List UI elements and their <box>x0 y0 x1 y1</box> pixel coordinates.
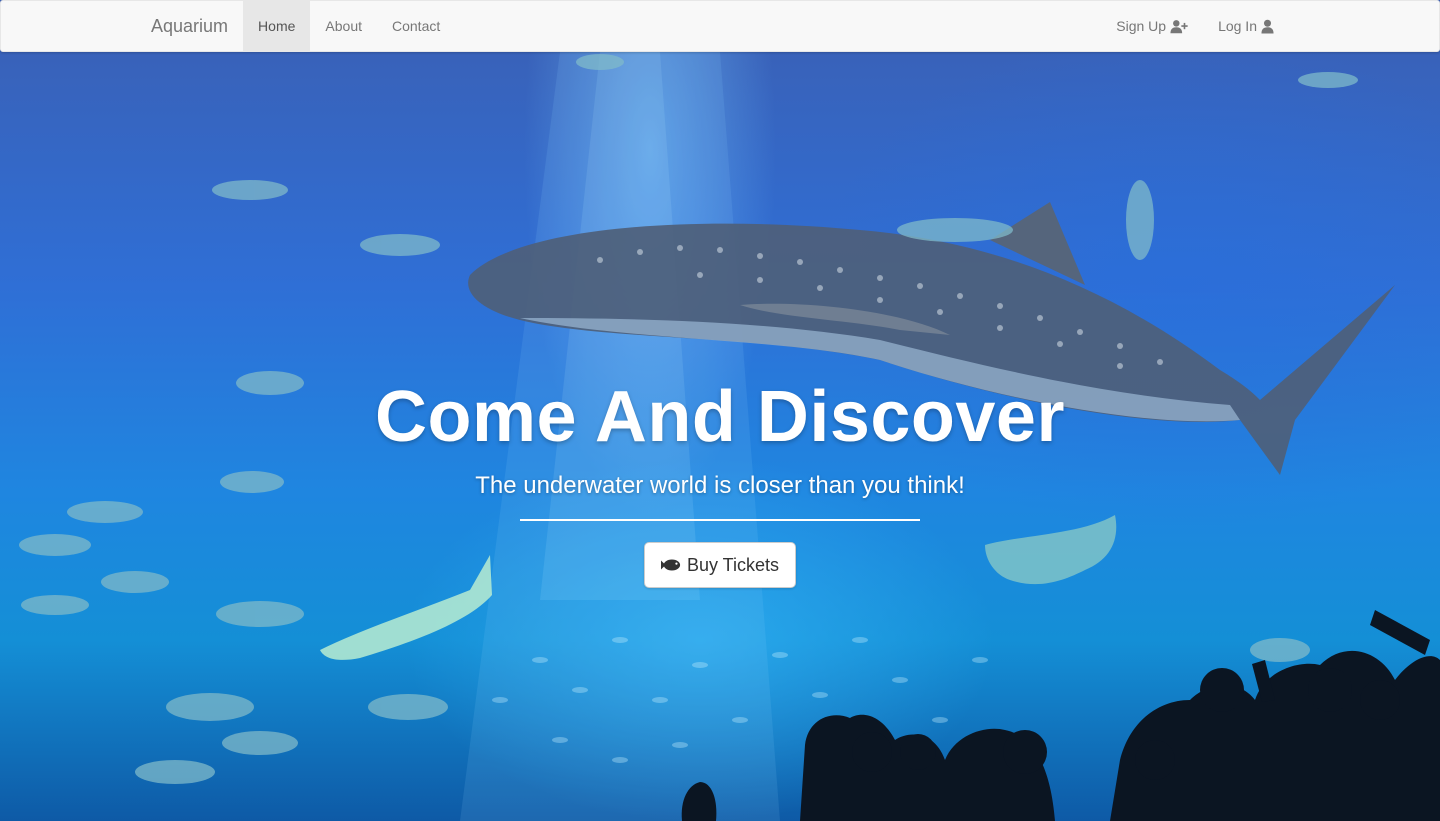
hero-subtitle: The underwater world is closer than you … <box>475 472 965 499</box>
buy-tickets-button[interactable]: Buy Tickets <box>643 542 797 588</box>
hero-title: Come And Discover <box>374 377 1065 457</box>
visitor-silhouettes <box>681 610 1440 821</box>
nav-account-links: Sign Up Log In <box>1101 1 1289 51</box>
top-navbar: Aquarium Home About Contact Sign Up Log … <box>0 0 1440 52</box>
hero-divider <box>520 519 920 521</box>
user-icon <box>1261 19 1274 33</box>
hero-content: Come And Discover The underwater world i… <box>0 375 1440 588</box>
fish-icon <box>660 559 681 571</box>
user-plus-icon <box>1170 19 1188 33</box>
log-in-link[interactable]: Log In <box>1203 1 1289 51</box>
nav-links: Home About Contact <box>243 1 455 51</box>
nav-about-link[interactable]: About <box>310 1 377 51</box>
nav-home-link[interactable]: Home <box>243 1 311 51</box>
log-in-label: Log In <box>1218 18 1257 34</box>
sign-up-label: Sign Up <box>1116 18 1167 34</box>
sign-up-link[interactable]: Sign Up <box>1101 1 1203 51</box>
brand-link[interactable]: Aquarium <box>136 1 243 51</box>
navbar-container: Aquarium Home About Contact Sign Up Log … <box>136 1 1289 51</box>
buy-tickets-label: Buy Tickets <box>686 554 780 575</box>
nav-contact-link[interactable]: Contact <box>377 1 455 51</box>
